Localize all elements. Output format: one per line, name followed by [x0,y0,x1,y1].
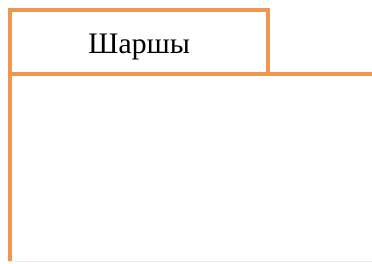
tab-label: Шаршы [88,27,190,60]
canvas: Шаршы [0,0,372,264]
tab-shape[interactable]: Шаршы [8,8,270,72]
panel-bottom-divider [8,261,372,262]
content-panel [8,72,372,262]
